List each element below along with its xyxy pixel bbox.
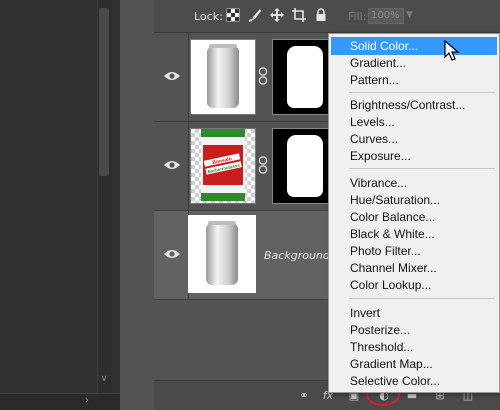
menu-item-channel-mixer[interactable]: Channel Mixer... bbox=[331, 259, 497, 277]
menu-item-color-balance[interactable]: Color Balance... bbox=[331, 208, 497, 226]
layer-thumbnail[interactable] bbox=[188, 215, 256, 293]
menu-separator bbox=[349, 168, 495, 169]
lock-position-icon[interactable] bbox=[270, 8, 284, 22]
menu-item-posterize[interactable]: Posterize... bbox=[331, 321, 497, 339]
menu-separator bbox=[349, 298, 495, 299]
menu-item-invert[interactable]: Invert bbox=[331, 304, 497, 322]
left-scrollbar-thumb[interactable] bbox=[99, 8, 109, 176]
menu-item-hue-saturation[interactable]: Hue/Saturation... bbox=[331, 191, 497, 209]
menu-item-exposure[interactable]: Exposure... bbox=[331, 147, 497, 165]
mask-shape bbox=[287, 46, 323, 108]
menu-item-black-white[interactable]: Black & White... bbox=[331, 225, 497, 243]
label-art-image: Bonsalo Barbermutasss bbox=[201, 129, 245, 201]
visibility-divider bbox=[188, 33, 189, 121]
adjustment-layer-menu: Solid Color... Gradient... Pattern... Br… bbox=[328, 33, 500, 393]
fill-input[interactable]: 100% bbox=[368, 8, 404, 24]
link-layers-icon[interactable]: ⚭ bbox=[296, 389, 312, 402]
eye-icon[interactable] bbox=[163, 69, 181, 83]
menu-item-photo-filter[interactable]: Photo Filter... bbox=[331, 242, 497, 260]
left-panel-footer: › bbox=[0, 393, 120, 410]
menu-item-color-lookup[interactable]: Color Lookup... bbox=[331, 276, 497, 294]
lock-label: Lock: bbox=[194, 10, 223, 23]
fill-label: Fill: bbox=[348, 10, 367, 23]
mouse-cursor-icon bbox=[444, 40, 460, 61]
link-icon[interactable] bbox=[258, 156, 268, 174]
menu-item-vibrance[interactable]: Vibrance... bbox=[331, 174, 497, 192]
lock-artboard-icon[interactable] bbox=[292, 8, 306, 22]
lock-transparent-pixels-icon[interactable] bbox=[226, 8, 240, 22]
chevron-down-icon[interactable]: ▼ bbox=[406, 10, 413, 20]
layer-thumbnail[interactable] bbox=[190, 39, 256, 115]
layer-name[interactable]: Background bbox=[264, 249, 330, 262]
eye-icon[interactable] bbox=[163, 158, 181, 172]
can-thumbnail-image bbox=[206, 221, 238, 285]
lock-bar: Lock: Fill: 100% ▼ bbox=[154, 0, 500, 33]
link-icon[interactable] bbox=[258, 67, 268, 85]
visibility-divider bbox=[188, 122, 189, 210]
menu-item-curves[interactable]: Curves... bbox=[331, 130, 497, 148]
menu-separator bbox=[349, 92, 495, 93]
layer-thumbnail[interactable]: Bonsalo Barbermutasss bbox=[190, 128, 256, 204]
mask-shape bbox=[287, 135, 323, 197]
menu-item-solid-color[interactable]: Solid Color... bbox=[331, 37, 497, 55]
chevron-right-icon[interactable]: › bbox=[85, 395, 89, 406]
lock-all-icon[interactable] bbox=[314, 8, 328, 22]
eye-icon[interactable] bbox=[163, 247, 181, 261]
menu-item-brightness-contrast[interactable]: Brightness/Contrast... bbox=[331, 96, 497, 114]
menu-item-gradient-map[interactable]: Gradient Map... bbox=[331, 355, 497, 373]
menu-item-levels[interactable]: Levels... bbox=[331, 113, 497, 131]
lock-image-pixels-icon[interactable] bbox=[248, 8, 262, 22]
scroll-down-icon[interactable]: ∨ bbox=[99, 372, 109, 386]
menu-item-selective-color[interactable]: Selective Color... bbox=[331, 372, 497, 390]
menu-item-threshold[interactable]: Threshold... bbox=[331, 338, 497, 356]
can-thumbnail-image bbox=[207, 44, 239, 108]
menu-item-gradient[interactable]: Gradient... bbox=[331, 54, 497, 72]
menu-item-pattern[interactable]: Pattern... bbox=[331, 71, 497, 89]
